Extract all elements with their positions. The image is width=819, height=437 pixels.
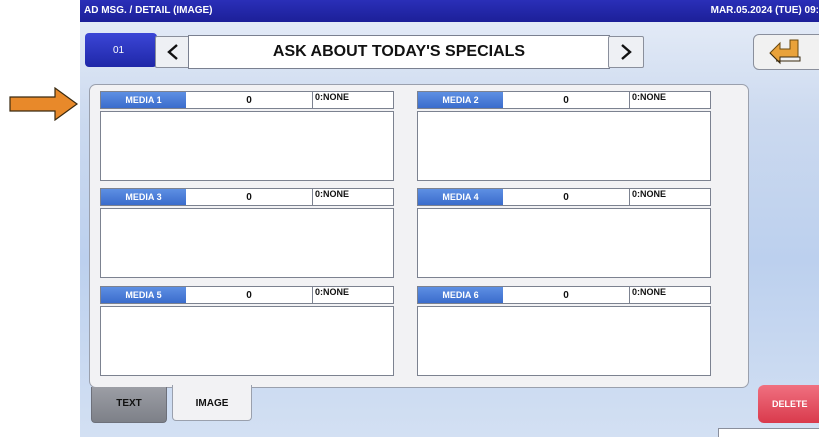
media-type[interactable]: 0:NONE — [629, 92, 713, 108]
media-value[interactable]: 0 — [503, 92, 629, 108]
media-type[interactable]: 0:NONE — [312, 92, 396, 108]
media-value[interactable]: 0 — [186, 92, 312, 108]
right-arrow-icon — [9, 87, 79, 121]
media-value[interactable]: 0 — [186, 189, 312, 205]
media-value[interactable]: 0 — [503, 189, 629, 205]
media-type[interactable]: 0:NONE — [629, 287, 713, 303]
media-label[interactable]: MEDIA 2 — [418, 92, 503, 108]
media-header: MEDIA 4 0 0:NONE — [417, 188, 711, 206]
back-button[interactable] — [753, 34, 819, 70]
media-preview[interactable] — [100, 208, 394, 278]
media-header: MEDIA 6 0 0:NONE — [417, 286, 711, 304]
media-header: MEDIA 5 0 0:NONE — [100, 286, 394, 304]
media-slot-6: MEDIA 6 0 0:NONE — [417, 286, 711, 376]
media-type[interactable]: 0:NONE — [312, 287, 396, 303]
media-slot-5: MEDIA 5 0 0:NONE — [100, 286, 394, 376]
screen-title: AD MSG. / DETAIL (IMAGE) — [84, 5, 213, 16]
status-field — [718, 428, 819, 437]
message-title[interactable]: ASK ABOUT TODAY'S SPECIALS — [188, 35, 610, 69]
return-arrow-icon — [769, 39, 801, 65]
media-label[interactable]: MEDIA 5 — [101, 287, 186, 303]
media-value[interactable]: 0 — [186, 287, 312, 303]
media-label[interactable]: MEDIA 3 — [101, 189, 186, 205]
media-panel: MEDIA 1 0 0:NONE MEDIA 2 0 0:NONE MEDIA … — [89, 84, 749, 388]
media-type[interactable]: 0:NONE — [629, 189, 713, 205]
media-preview[interactable] — [417, 208, 711, 278]
media-type[interactable]: 0:NONE — [312, 189, 396, 205]
title-bar: AD MSG. / DETAIL (IMAGE) MAR.05.2024 (TU… — [80, 0, 819, 22]
chevron-right-icon — [621, 44, 632, 60]
delete-button[interactable]: DELETE — [758, 385, 819, 423]
media-label[interactable]: MEDIA 6 — [418, 287, 503, 303]
media-header: MEDIA 1 0 0:NONE — [100, 91, 394, 109]
media-preview[interactable] — [417, 306, 711, 376]
next-button[interactable] — [608, 36, 644, 68]
media-preview[interactable] — [417, 111, 711, 181]
media-header: MEDIA 2 0 0:NONE — [417, 91, 711, 109]
media-slot-2: MEDIA 2 0 0:NONE — [417, 91, 711, 181]
date-time: MAR.05.2024 (TUE) 09: — [710, 5, 819, 16]
media-value[interactable]: 0 — [503, 287, 629, 303]
tab-text[interactable]: TEXT — [91, 387, 167, 423]
media-preview[interactable] — [100, 111, 394, 181]
previous-button[interactable] — [155, 36, 191, 68]
media-slot-4: MEDIA 4 0 0:NONE — [417, 188, 711, 278]
chevron-left-icon — [167, 44, 178, 60]
media-label[interactable]: MEDIA 1 — [101, 92, 186, 108]
message-number: 01 — [113, 45, 125, 56]
media-label[interactable]: MEDIA 4 — [418, 189, 503, 205]
media-preview[interactable] — [100, 306, 394, 376]
message-number-button[interactable]: 01 — [85, 33, 157, 67]
tab-image[interactable]: IMAGE — [172, 385, 252, 421]
media-slot-3: MEDIA 3 0 0:NONE — [100, 188, 394, 278]
media-slot-1: MEDIA 1 0 0:NONE — [100, 91, 394, 181]
media-header: MEDIA 3 0 0:NONE — [100, 188, 394, 206]
screen: AD MSG. / DETAIL (IMAGE) MAR.05.2024 (TU… — [80, 0, 819, 437]
